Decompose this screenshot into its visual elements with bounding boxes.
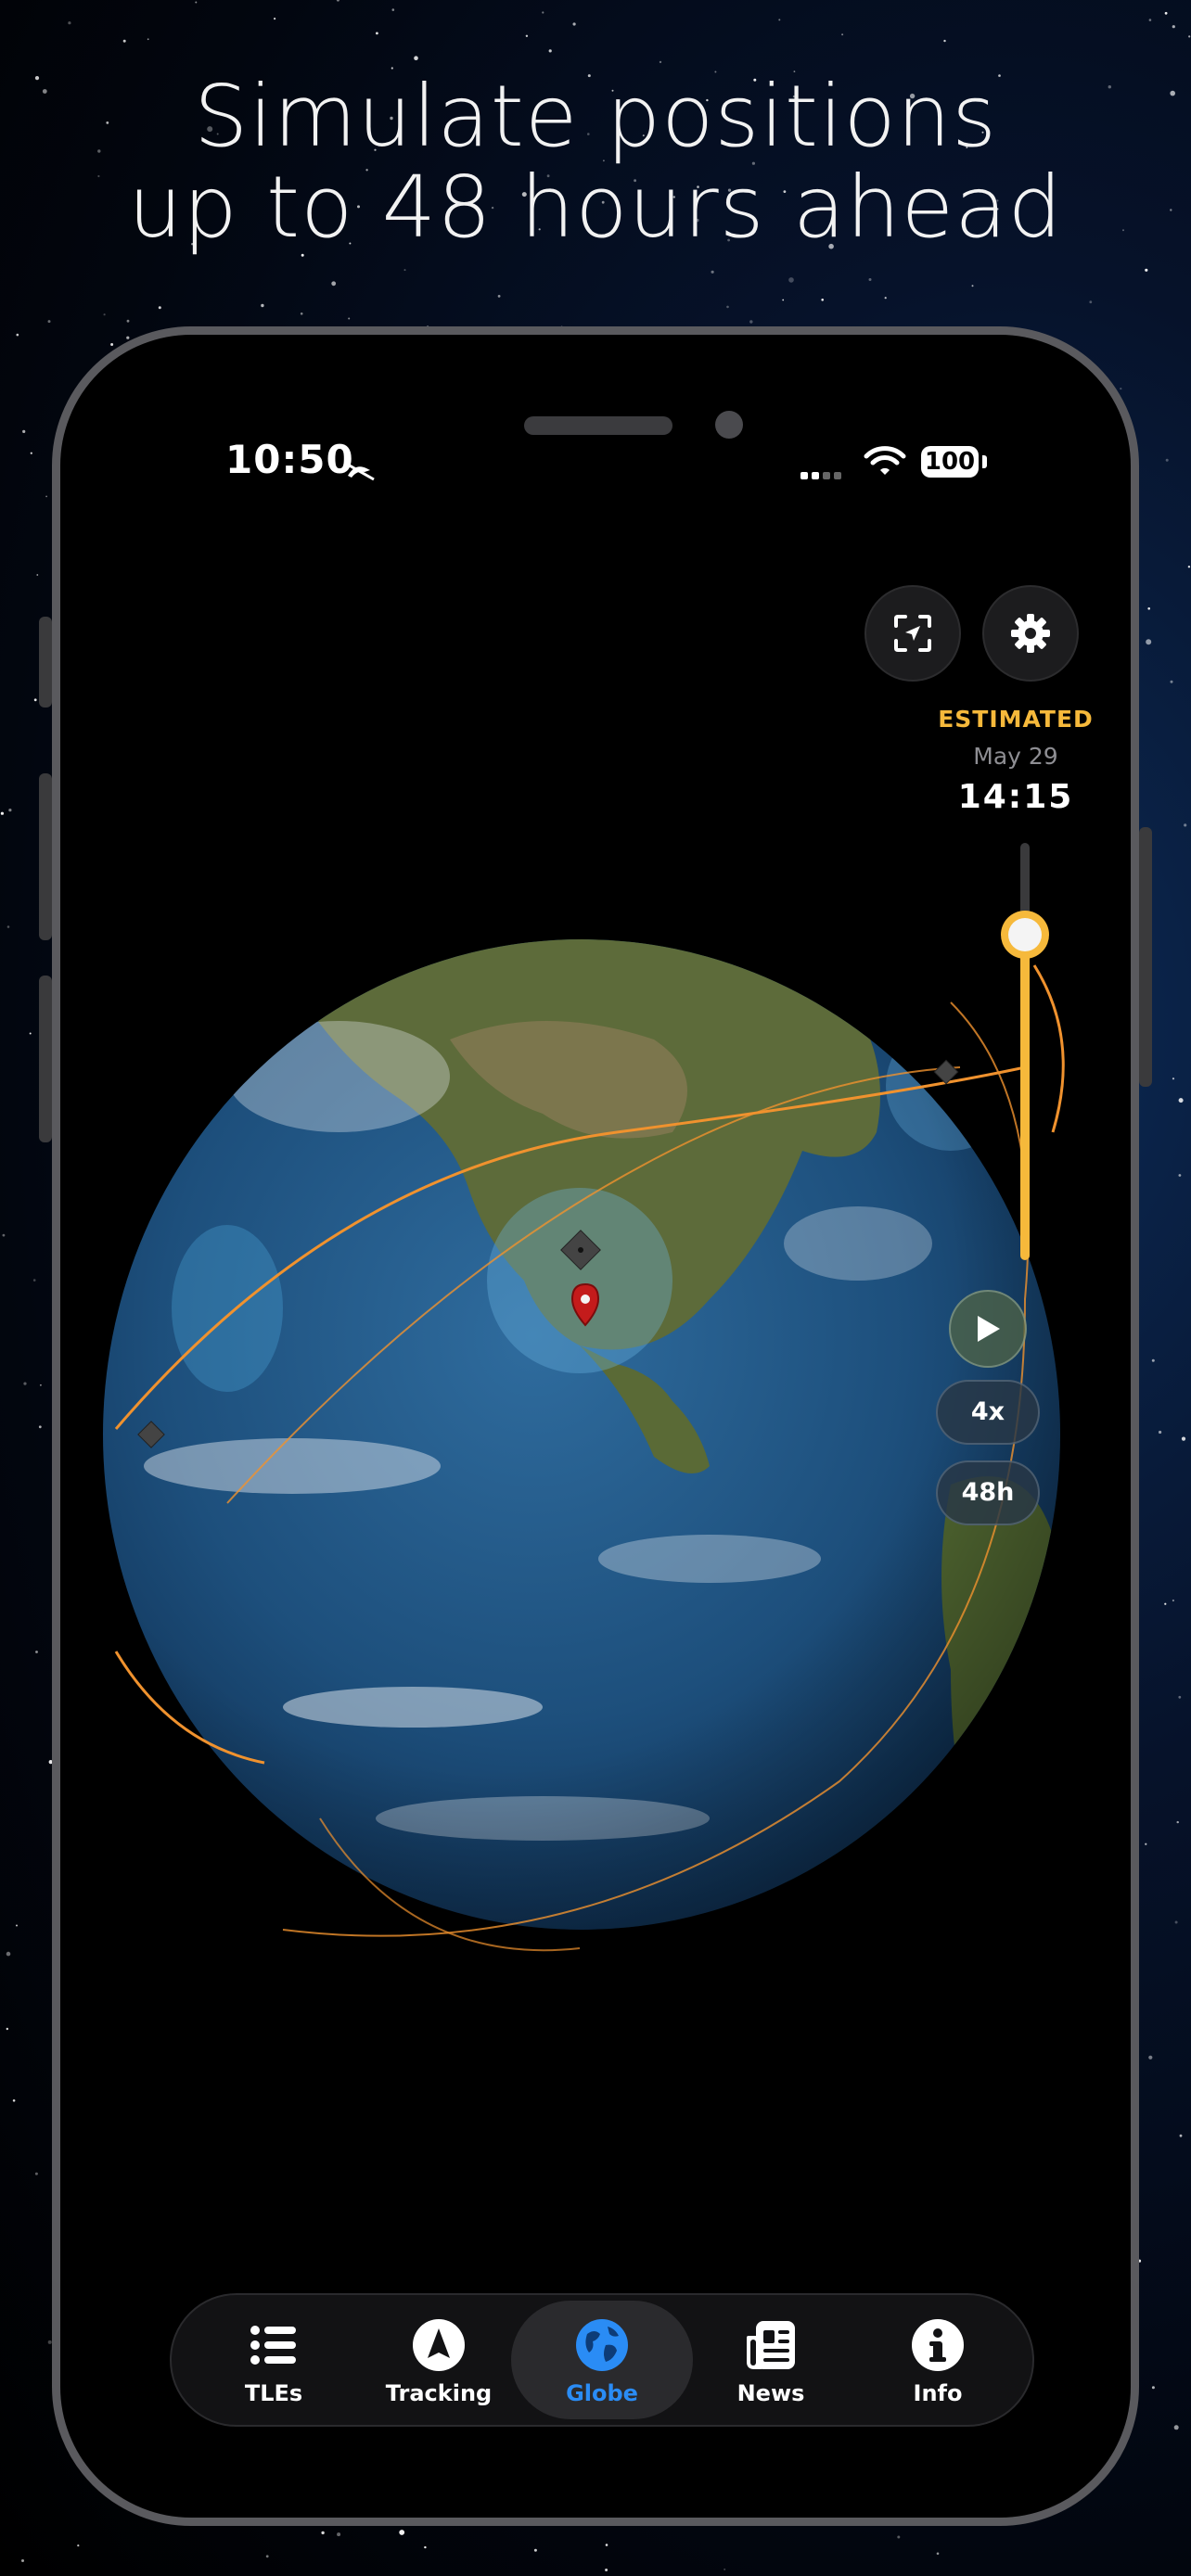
satellite-focus-icon bbox=[894, 615, 931, 652]
tab-globe[interactable]: Globe bbox=[511, 2301, 693, 2419]
info-icon bbox=[912, 2319, 964, 2371]
estimated-label: ESTIMATED bbox=[938, 706, 1094, 733]
tab-globe-label: Globe bbox=[566, 2380, 638, 2406]
recenter-button[interactable] bbox=[864, 585, 961, 682]
tab-news-label: News bbox=[736, 2380, 805, 2406]
tab-tles[interactable]: TLEs bbox=[190, 2295, 357, 2425]
list-icon bbox=[250, 2326, 296, 2365]
simulation-date: May 29 bbox=[973, 743, 1058, 770]
tab-bar: TLEs Tracking Globe News Info bbox=[170, 2293, 1034, 2427]
tab-tracking-label: Tracking bbox=[385, 2380, 493, 2406]
play-button[interactable] bbox=[949, 1290, 1027, 1368]
globe-icon bbox=[576, 2319, 628, 2371]
tab-tles-label: TLEs bbox=[244, 2380, 303, 2406]
tab-news[interactable]: News bbox=[687, 2295, 854, 2425]
tab-tracking[interactable]: Tracking bbox=[355, 2295, 522, 2425]
play-icon bbox=[978, 1316, 1000, 1342]
range-button[interactable]: 48h bbox=[936, 1460, 1040, 1525]
headline-line-1: Simulate positions bbox=[193, 67, 998, 166]
phone-volume-up bbox=[39, 773, 52, 940]
speed-button[interactable]: 4x bbox=[936, 1380, 1040, 1445]
tab-info-label: Info bbox=[913, 2380, 963, 2406]
tab-info[interactable]: Info bbox=[854, 2295, 1021, 2425]
settings-button[interactable] bbox=[982, 585, 1079, 682]
phone-power-button bbox=[1139, 827, 1152, 1087]
time-slider[interactable] bbox=[992, 835, 1058, 1271]
newspaper-icon bbox=[747, 2321, 795, 2369]
phone-frame: 10:50 100 ESTIMATED May 29 14:15 4x 48h … bbox=[52, 326, 1139, 2526]
time-slider-fill bbox=[1020, 935, 1030, 1260]
navigation-arrow-icon bbox=[413, 2319, 465, 2371]
phone-volume-down bbox=[39, 976, 52, 1142]
gear-icon bbox=[1011, 614, 1050, 653]
arctic-ice bbox=[394, 839, 895, 935]
simulation-time: 14:15 bbox=[957, 778, 1074, 816]
headline-line-2: up to 48 hours ahead bbox=[128, 158, 1063, 257]
phone-mute-switch bbox=[39, 617, 52, 708]
